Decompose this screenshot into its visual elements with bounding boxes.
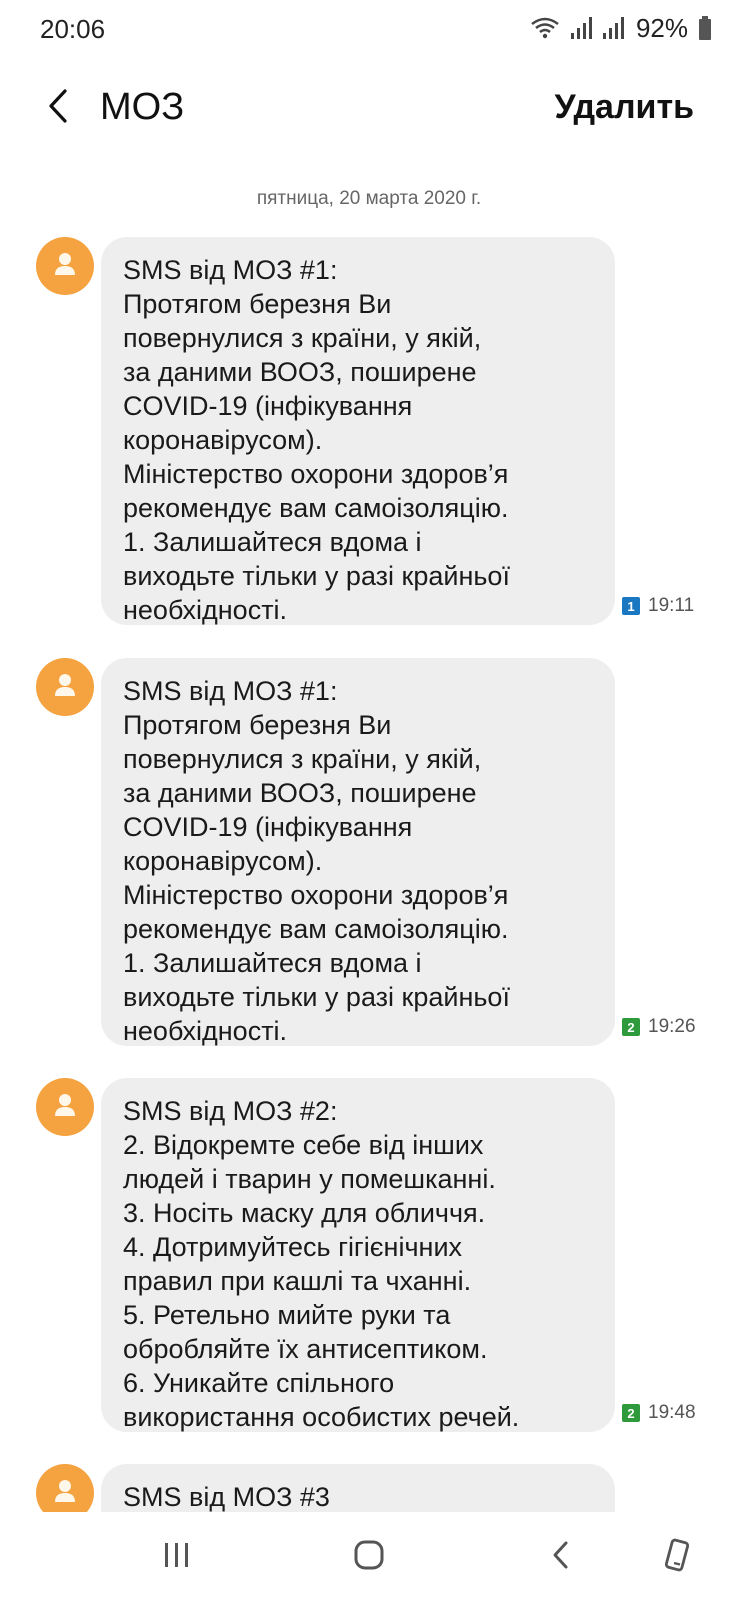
battery-percent: 92%: [635, 12, 688, 43]
date-separator: пятница, 20 марта 2020 г.: [256, 188, 482, 209]
message-text: SMS від МОЗ #2: 2. Відокремте себе від і…: [123, 1096, 520, 1432]
message-meta: 2 19:26: [622, 1016, 696, 1038]
status-icons: 92%: [530, 12, 712, 44]
rotate-icon: [661, 1538, 693, 1577]
person-icon: [54, 1093, 76, 1122]
avatar[interactable]: [36, 1464, 94, 1512]
sim-badge: 2: [622, 1404, 640, 1422]
recent-apps-icon: [162, 1541, 192, 1574]
message-thread[interactable]: пятница, 20 марта 2020 г. SMS від МОЗ #1…: [0, 172, 738, 1512]
back-button[interactable]: [36, 86, 80, 130]
message-time: 19:11: [648, 595, 695, 616]
avatar[interactable]: [36, 1078, 94, 1136]
sim-badge: 1: [622, 597, 640, 615]
back-icon: [550, 1540, 572, 1575]
person-icon: [54, 1479, 76, 1508]
message-time: 19:48: [648, 1402, 696, 1423]
system-nav-bar: [0, 1512, 738, 1600]
delete-button[interactable]: Удалить: [554, 88, 694, 127]
signal-icon: [602, 15, 624, 41]
recent-apps-button[interactable]: [152, 1532, 202, 1582]
battery-icon: [698, 15, 712, 41]
message-bubble[interactable]: SMS від МОЗ #1: Протягом березня Ви пове…: [101, 237, 615, 625]
message-meta: 2 19:48: [622, 1402, 696, 1424]
contact-title: МОЗ: [100, 86, 185, 128]
back-arrow-icon: [45, 88, 71, 129]
person-icon: [54, 252, 76, 281]
signal-icon: [570, 15, 592, 41]
message-text: SMS від МОЗ #3: [123, 1482, 330, 1512]
avatar[interactable]: [36, 658, 94, 716]
nav-back-button[interactable]: [536, 1532, 586, 1582]
sim-badge: 2: [622, 1018, 640, 1036]
rotate-button[interactable]: [652, 1532, 702, 1582]
home-button[interactable]: [344, 1532, 394, 1582]
person-icon: [54, 673, 76, 702]
message-bubble[interactable]: SMS від МОЗ #2: 2. Відокремте себе від і…: [101, 1078, 615, 1432]
message-text: SMS від МОЗ #1: Протягом березня Ви пове…: [123, 255, 510, 625]
message-meta: 1 19:11: [622, 595, 694, 617]
message-bubble[interactable]: SMS від МОЗ #3: [101, 1464, 615, 1512]
message-text: SMS від МОЗ #1: Протягом березня Ви пове…: [123, 676, 510, 1046]
conversation-header: МОЗ Удалить: [0, 66, 738, 150]
status-bar: 20:06 92%: [0, 0, 738, 58]
message-time: 19:26: [648, 1016, 696, 1037]
message-bubble[interactable]: SMS від МОЗ #1: Протягом березня Ви пове…: [101, 658, 615, 1046]
avatar[interactable]: [36, 237, 94, 295]
status-time: 20:06: [40, 14, 106, 44]
wifi-icon: [530, 15, 560, 41]
home-icon: [353, 1539, 385, 1576]
